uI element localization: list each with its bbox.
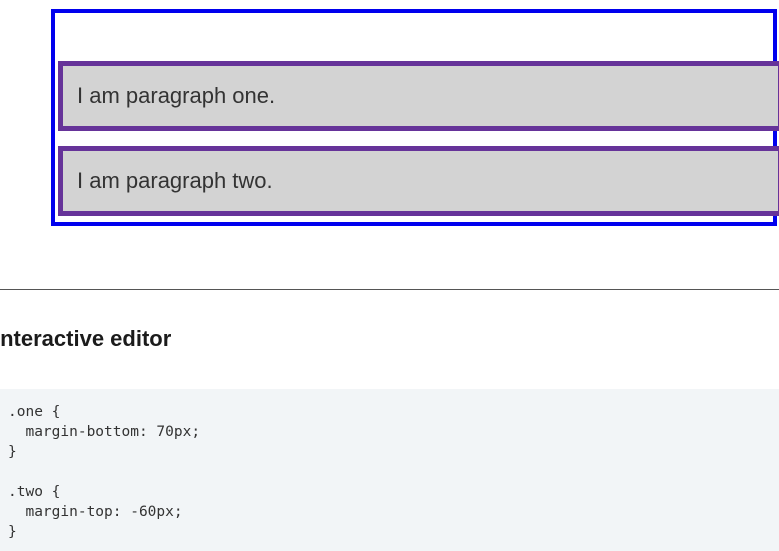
paragraph-two: I am paragraph two. — [58, 146, 779, 216]
code-block[interactable]: .one { margin-bottom: 70px;} .two { margi… — [8, 402, 200, 542]
code-line: .one { — [8, 404, 61, 420]
page: I am paragraph one. I am paragraph two. … — [0, 0, 779, 551]
demo-container: I am paragraph one. I am paragraph two. — [51, 9, 779, 226]
section-heading: Interactive editor — [0, 326, 172, 351]
code-line: margin-bottom: 70px; — [8, 424, 201, 440]
code-line: .two { — [8, 484, 61, 500]
code-line: } — [8, 444, 17, 460]
code-line: } — [8, 524, 17, 540]
code-line: margin-top: -60px; — [8, 504, 183, 520]
code-editor[interactable]: .one { margin-bottom: 70px;} .two { margi… — [0, 389, 779, 551]
paragraph-one: I am paragraph one. — [58, 61, 779, 131]
section-divider — [0, 289, 779, 290]
